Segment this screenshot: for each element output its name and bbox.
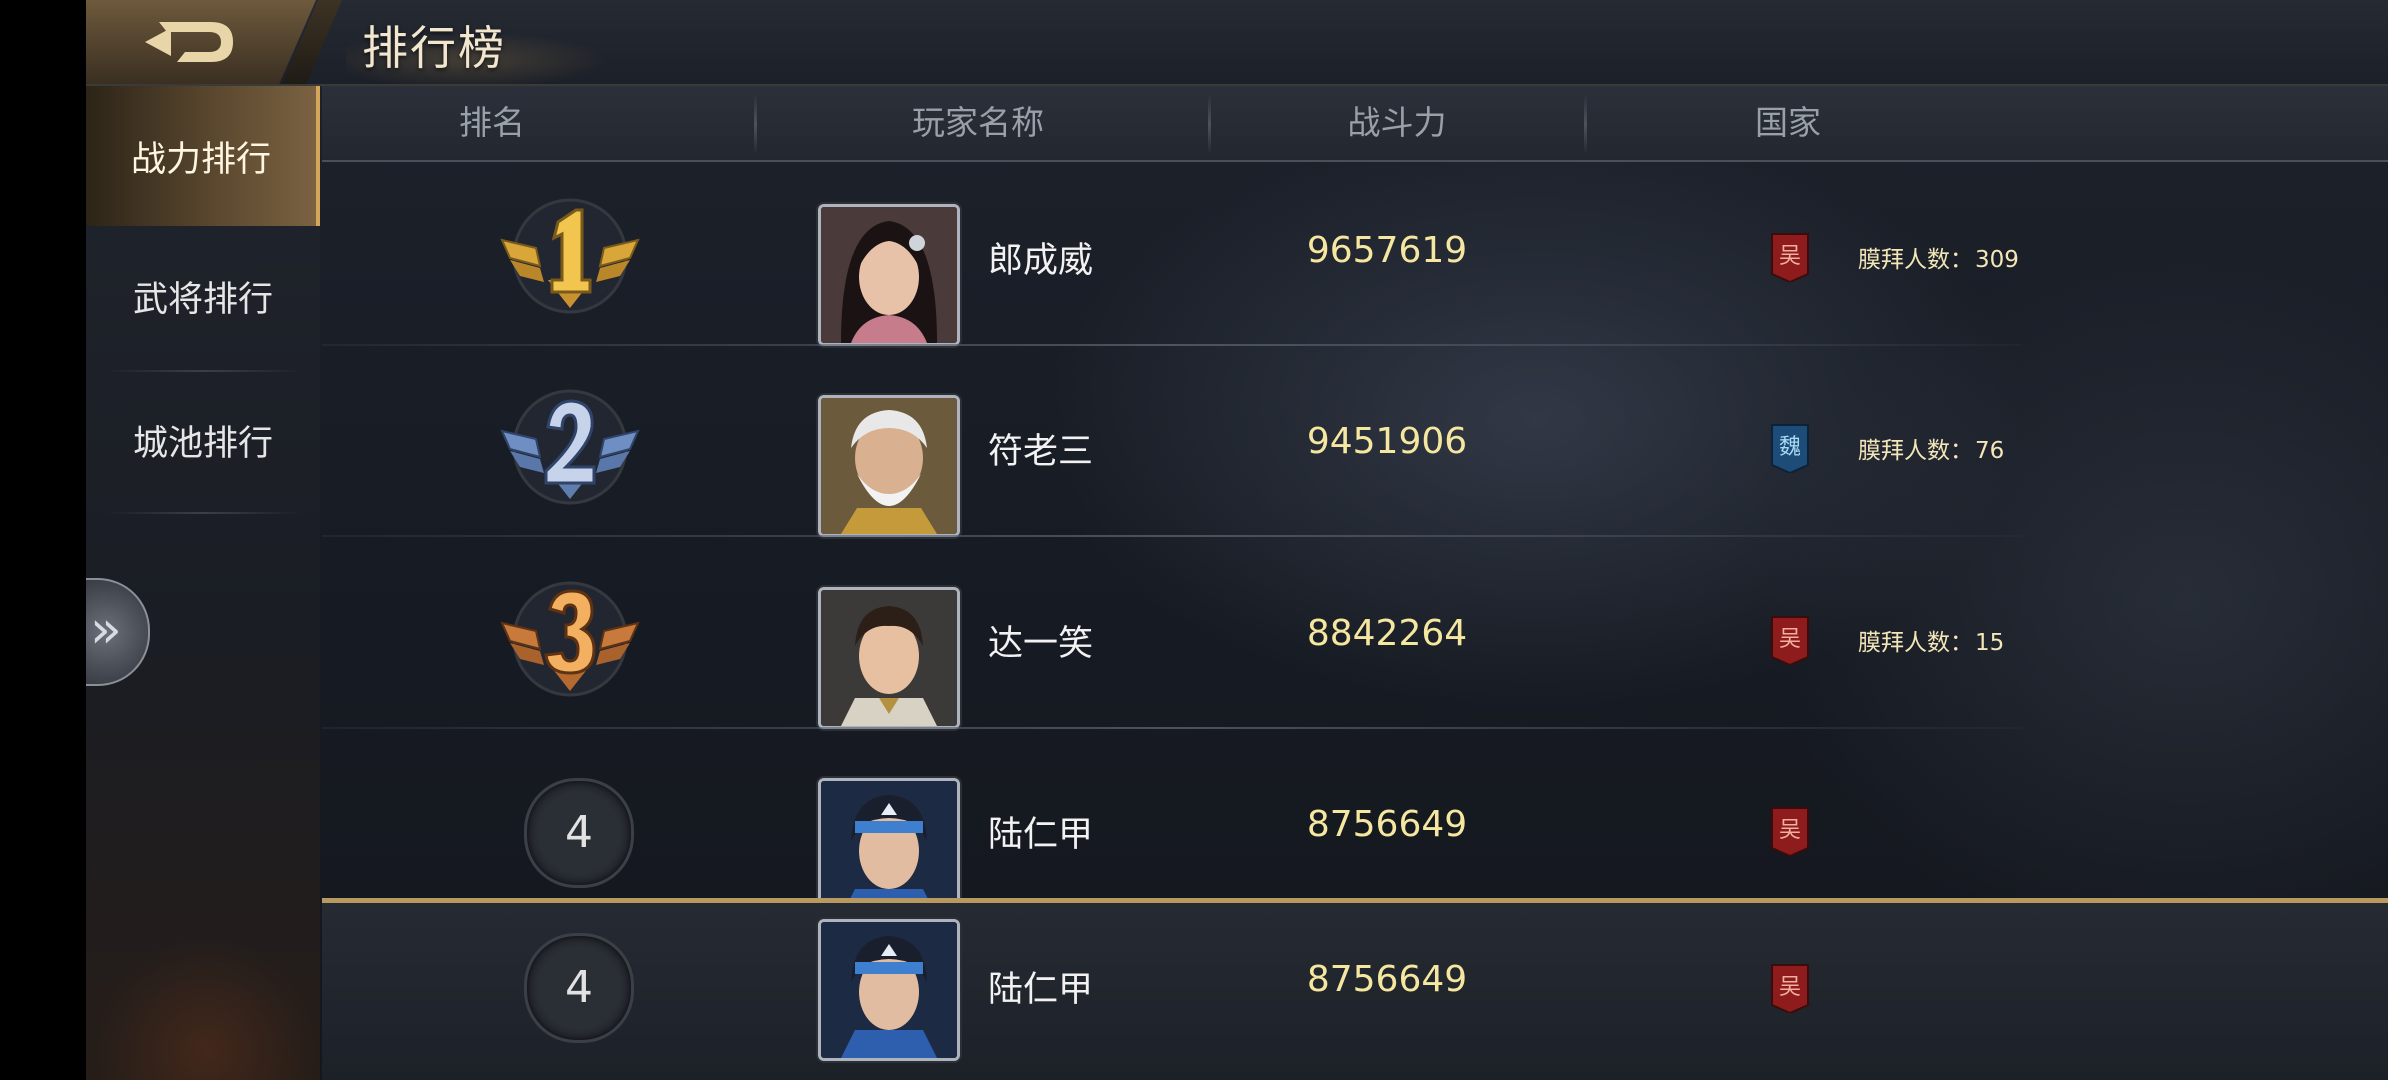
wu-banner-icon: 吴 <box>1771 233 1809 282</box>
column-divider <box>754 94 757 154</box>
my-avatar[interactable] <box>818 919 960 1061</box>
column-header: 排名 玩家名称 战斗力 国家 <box>322 86 2388 162</box>
row-divider <box>322 344 2022 346</box>
my-player-name: 陆仁甲 <box>988 970 1094 1010</box>
worship-label: 膜拜人数： <box>1858 247 1973 273</box>
my-power-value: 8756649 <box>1306 959 1468 1000</box>
avatar[interactable] <box>818 587 960 729</box>
tab-city-ranking[interactable]: 城池排行 <box>86 370 320 510</box>
expand-button[interactable]: » <box>86 578 150 686</box>
sidebar-divider <box>106 512 302 514</box>
wu-banner-icon: 吴 <box>1771 616 1809 665</box>
player-name: 郎成威 <box>988 241 1094 281</box>
worship-value: 15 <box>1975 630 2005 656</box>
sidebar: 战力排行 武将排行 城池排行 » <box>86 86 320 1080</box>
page-title: 排行榜 <box>362 21 506 75</box>
row-divider <box>322 727 2022 729</box>
my-rank-number: 4 <box>524 933 634 1043</box>
power-value: 9657619 <box>1306 230 1468 271</box>
wei-banner-icon: 魏 <box>1771 424 1809 473</box>
worship-count: 膜拜人数：15 <box>1858 623 2004 657</box>
leaderboard-screen: 排行榜 战力排行 武将排行 城池排行 » 排名 玩家名称 战斗力 国家 郎成威 … <box>86 0 2388 1080</box>
ranking-row[interactable]: 郎成威 9657619 吴 膜拜人数：309 <box>322 162 2388 353</box>
column-divider <box>1208 94 1211 154</box>
player-name: 达一笑 <box>988 624 1094 664</box>
avatar[interactable] <box>818 395 960 537</box>
player-name: 符老三 <box>988 432 1094 472</box>
wu-banner-icon: 吴 <box>1771 964 1809 1013</box>
rank-number: 4 <box>524 778 634 888</box>
silver-rank-badge-icon <box>500 389 640 505</box>
column-player: 玩家名称 <box>912 103 1044 142</box>
country-name: 吴 <box>1779 975 1801 1000</box>
tab-power-ranking[interactable]: 战力排行 <box>86 86 320 226</box>
country-name: 吴 <box>1779 818 1801 843</box>
worship-label: 膜拜人数： <box>1858 630 1973 656</box>
header-bar: 排行榜 <box>86 0 2388 86</box>
player-name: 陆仁甲 <box>988 815 1094 855</box>
worship-count: 膜拜人数：309 <box>1858 240 2019 274</box>
power-value: 8842264 <box>1306 613 1468 654</box>
ember-decoration <box>86 820 320 1080</box>
ranking-row[interactable]: 符老三 9451906 魏 膜拜人数：76 <box>322 353 2388 544</box>
power-value: 8756649 <box>1306 804 1468 845</box>
double-chevron-right-icon: » <box>90 600 122 660</box>
worship-label: 膜拜人数： <box>1858 438 1973 464</box>
my-rank-bar: 4 陆仁甲 8756649 吴 <box>322 898 2388 1080</box>
row-divider <box>322 535 2022 537</box>
column-power: 战斗力 <box>1347 103 1447 142</box>
worship-value: 309 <box>1975 247 2019 273</box>
country-name: 吴 <box>1779 627 1801 652</box>
avatar[interactable] <box>818 204 960 346</box>
worship-value: 76 <box>1975 438 2005 464</box>
column-rank: 排名 <box>459 103 525 142</box>
column-country: 国家 <box>1755 103 1821 142</box>
country-name: 吴 <box>1779 244 1801 269</box>
bronze-rank-badge-icon <box>500 581 640 697</box>
ranking-row[interactable]: 达一笑 8842264 吴 膜拜人数：15 <box>322 545 2388 736</box>
tab-general-ranking[interactable]: 武将排行 <box>86 226 320 366</box>
column-divider <box>1584 94 1587 154</box>
country-name: 魏 <box>1779 435 1801 460</box>
gold-rank-badge-icon <box>500 198 640 314</box>
power-value: 9451906 <box>1306 421 1468 462</box>
worship-count: 膜拜人数：76 <box>1858 431 2004 465</box>
back-arrow-icon <box>145 22 233 62</box>
wu-banner-icon: 吴 <box>1771 807 1809 856</box>
back-button[interactable] <box>86 0 316 84</box>
